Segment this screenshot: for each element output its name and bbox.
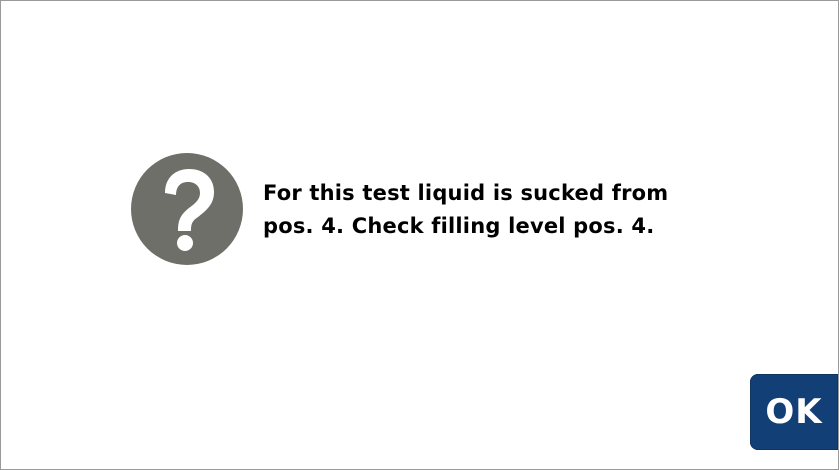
dialog-message: For this test liquid is sucked from pos.… [263, 181, 669, 238]
question-icon [131, 153, 243, 265]
dialog-screen: For this test liquid is sucked from pos.… [0, 0, 839, 470]
dialog-body: For this test liquid is sucked from pos.… [131, 153, 723, 265]
ok-button[interactable]: OK [750, 374, 838, 450]
